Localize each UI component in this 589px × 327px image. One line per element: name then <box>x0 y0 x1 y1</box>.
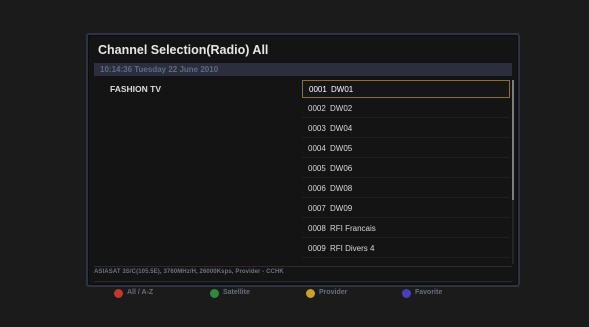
legend-separator <box>94 281 512 282</box>
channel-name: DW08 <box>330 184 353 193</box>
channel-name: DW02 <box>330 104 353 113</box>
red-button-icon <box>114 288 123 298</box>
legend-favorite[interactable]: Favorite <box>402 288 442 298</box>
channel-number: 0003 <box>308 124 326 133</box>
legend-provider[interactable]: Provider <box>306 288 347 298</box>
channel-name: DW06 <box>330 164 353 173</box>
legend-label: Provider <box>319 289 348 296</box>
channel-name: DW05 <box>330 144 353 153</box>
green-button-icon <box>210 288 219 298</box>
channel-number: 0005 <box>308 164 326 173</box>
channel-row[interactable]: 0004 DW05 <box>302 140 510 158</box>
channel-number: 0004 <box>308 144 326 153</box>
satellite-info: ASIASAT 3S/C(105.5E), 3760MHz/H, 26000Ks… <box>94 269 284 275</box>
channel-row[interactable]: 0008 RFI Francais <box>302 220 510 238</box>
legend-label: Favorite <box>415 289 443 296</box>
channel-number: 0008 <box>308 224 326 233</box>
channel-row[interactable]: 0009 RFI Divers 4 <box>302 240 510 258</box>
channel-name: RFI Francais <box>330 224 376 233</box>
channel-name: DW04 <box>330 124 353 133</box>
channel-number: 0001 <box>309 85 327 94</box>
panel-title: Channel Selection(Radio) All <box>98 43 269 57</box>
channel-row[interactable]: 0003 DW04 <box>302 120 510 138</box>
legend-all-az[interactable]: All / A-Z <box>114 288 153 298</box>
channel-row[interactable]: 0005 DW06 <box>302 160 510 178</box>
channel-row[interactable]: 0006 DW08 <box>302 180 510 198</box>
info-separator <box>94 266 512 267</box>
datetime-bar: 10:14:36 Tuesday 22 June 2010 <box>94 63 512 76</box>
legend-label: Satellite <box>223 289 250 296</box>
channel-row[interactable]: 0007 DW09 <box>302 200 510 218</box>
channel-list: 0001 DW01 0002 DW02 0003 DW04 0004 DW05 0005 DW06… <box>302 80 514 264</box>
channel-number: 0002 <box>308 104 326 113</box>
channel-name: DW09 <box>330 204 353 213</box>
blue-button-icon <box>402 288 411 298</box>
legend-satellite[interactable]: Satellite <box>210 288 250 298</box>
yellow-button-icon <box>306 288 315 298</box>
channel-row[interactable]: 0002 DW02 <box>302 100 510 118</box>
channel-row[interactable]: 0001 DW01 <box>302 80 510 98</box>
channel-name: RFI Divers 4 <box>330 244 375 253</box>
legend-label: All / A-Z <box>127 289 154 296</box>
channel-selection-panel: Channel Selection(Radio) All 10:14:36 Tu… <box>86 33 520 298</box>
channel-number: 0006 <box>308 184 326 193</box>
channel-number: 0007 <box>308 204 326 213</box>
channel-number: 0009 <box>308 244 326 253</box>
preview-channel-name: FASHION TV <box>110 84 162 94</box>
channel-name: DW01 <box>331 85 354 94</box>
scrollbar-thumb[interactable] <box>512 80 514 200</box>
